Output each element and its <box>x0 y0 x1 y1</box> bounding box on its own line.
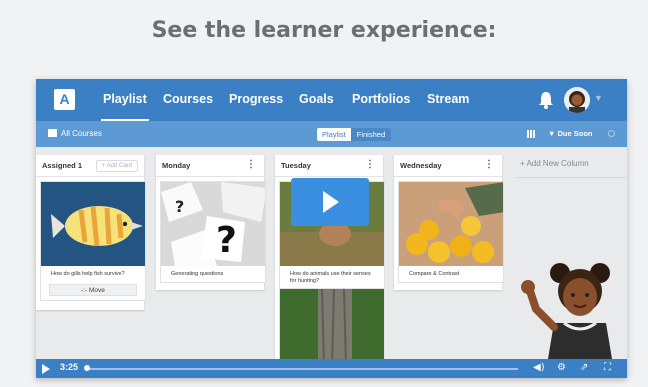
card-fish[interactable]: How do gills help fish survive? -:- Move <box>40 181 146 302</box>
video-time: 3:25 <box>60 362 79 372</box>
more-options-icon[interactable]: ⋮ <box>246 159 256 170</box>
divider <box>516 177 626 178</box>
guide-character-illustration <box>521 263 612 359</box>
more-options-icon[interactable]: ⋮ <box>484 159 494 170</box>
column-header: Wednesday ⋮ <box>394 155 502 177</box>
volume-icon[interactable]: ◀) <box>533 362 545 373</box>
tree-image <box>280 289 384 367</box>
column-header: Monday ⋮ <box>156 155 264 177</box>
nav-goals[interactable]: Goals <box>299 92 334 106</box>
play-icon[interactable] <box>42 364 50 374</box>
column-assigned: Assigned 1 + Add Card How do gills help … <box>36 155 146 310</box>
video-controls: 3:25 ◀) ⚙ ⇗ ⛶ <box>36 359 627 378</box>
svg-text:?: ? <box>175 197 184 216</box>
nav-portfolios[interactable]: Portfolios <box>352 92 410 106</box>
video-frame[interactable]: A Playlist Courses Progress Goals Portfo… <box>36 79 627 378</box>
chevron-down-icon[interactable]: ▼ <box>594 93 603 103</box>
card-caption: How do animals use their senses for hunt… <box>290 271 371 285</box>
toggle-finished[interactable]: Finished <box>350 128 392 141</box>
svg-text:?: ? <box>216 220 237 261</box>
card-tree[interactable] <box>279 288 385 368</box>
seek-handle[interactable] <box>84 365 90 371</box>
app-logo[interactable]: A <box>54 89 75 110</box>
add-new-column-button[interactable]: + Add New Column <box>520 159 589 168</box>
nav-progress[interactable]: Progress <box>229 92 283 106</box>
column-header: Assigned 1 + Add Card <box>36 155 144 177</box>
nav-courses[interactable]: Courses <box>163 92 213 106</box>
grid-view-icon[interactable] <box>527 130 535 138</box>
card-caption: Generating questions <box>171 271 224 277</box>
fullscreen-icon[interactable]: ⛶ <box>604 362 611 373</box>
all-courses-link[interactable]: All Courses <box>48 129 102 138</box>
toggle-playlist[interactable]: Playlist <box>317 128 351 141</box>
due-soon-filter[interactable]: ▼ Due Soon <box>548 129 593 138</box>
search-icon[interactable] <box>608 130 615 137</box>
column-monday: Monday ⋮ ? ? Generating questions <box>156 155 266 290</box>
column-header: Tuesday ⋮ <box>275 155 383 177</box>
question-marks-image: ? ? <box>161 182 265 266</box>
column-title: Assigned 1 <box>42 161 83 170</box>
nav-playlist[interactable]: Playlist <box>101 92 149 121</box>
add-card-button[interactable]: + Add Card <box>95 160 138 172</box>
card-questions[interactable]: ? ? Generating questions <box>160 181 266 284</box>
user-avatar[interactable] <box>564 87 590 113</box>
share-icon[interactable]: ⇗ <box>580 362 588 373</box>
fish-image <box>41 182 145 266</box>
seek-bar[interactable] <box>86 368 518 370</box>
nav-stream[interactable]: Stream <box>427 92 469 106</box>
move-button[interactable]: -:- Move <box>49 284 137 297</box>
column-title: Tuesday <box>281 161 311 170</box>
courses-icon <box>48 129 57 137</box>
sub-toolbar: All Courses Playlist Finished ▼ Due Soon <box>36 121 627 147</box>
video-play-button[interactable] <box>291 178 369 226</box>
top-navigation-bar: A Playlist Courses Progress Goals Portfo… <box>36 79 627 121</box>
settings-gear-icon[interactable]: ⚙ <box>557 362 566 373</box>
page-headline: See the learner experience: <box>151 18 497 43</box>
column-title: Monday <box>162 161 191 170</box>
playlist-finished-toggle[interactable]: Playlist Finished <box>317 128 392 141</box>
column-title: Wednesday <box>400 161 442 170</box>
more-options-icon[interactable]: ⋮ <box>365 159 375 170</box>
bell-icon[interactable] <box>538 90 554 110</box>
filter-icon: ▼ <box>548 129 558 138</box>
card-caption: How do gills help fish survive? <box>51 271 125 277</box>
